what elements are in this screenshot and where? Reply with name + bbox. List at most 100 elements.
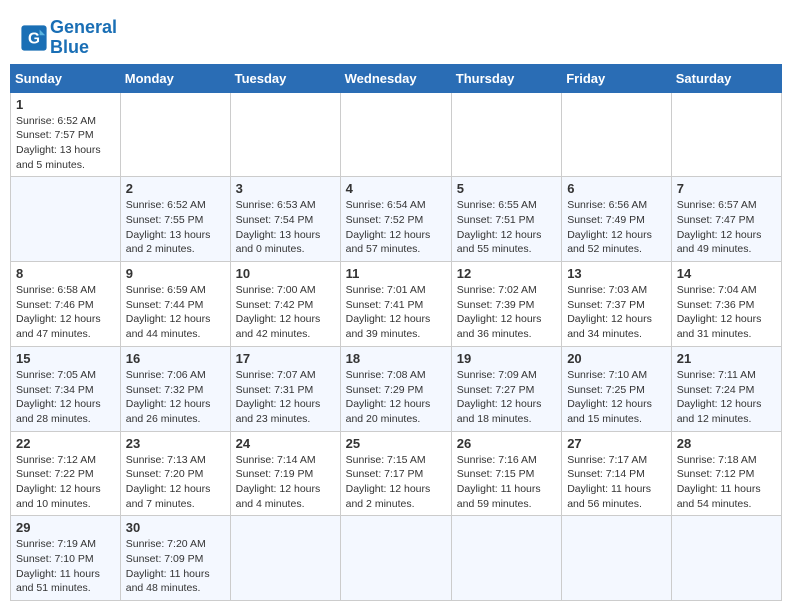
cell-info: Sunrise: 6:52 AMSunset: 7:57 PMDaylight:… (16, 115, 101, 171)
day-number: 17 (236, 351, 335, 366)
day-number: 16 (126, 351, 225, 366)
calendar-cell: 18 Sunrise: 7:08 AMSunset: 7:29 PMDaylig… (340, 346, 451, 431)
calendar-cell: 25 Sunrise: 7:15 AMSunset: 7:17 PMDaylig… (340, 431, 451, 516)
cell-info: Sunrise: 7:16 AMSunset: 7:15 PMDaylight:… (457, 454, 541, 510)
cell-info: Sunrise: 7:10 AMSunset: 7:25 PMDaylight:… (567, 369, 652, 425)
calendar-cell (11, 177, 121, 262)
col-friday: Friday (562, 64, 672, 92)
col-tuesday: Tuesday (230, 64, 340, 92)
cell-info: Sunrise: 7:11 AMSunset: 7:24 PMDaylight:… (677, 369, 762, 425)
cell-info: Sunrise: 7:18 AMSunset: 7:12 PMDaylight:… (677, 454, 761, 510)
cell-info: Sunrise: 6:59 AMSunset: 7:44 PMDaylight:… (126, 284, 211, 340)
day-number: 15 (16, 351, 115, 366)
day-number: 6 (567, 181, 666, 196)
day-number: 28 (677, 436, 776, 451)
calendar-cell: 7 Sunrise: 6:57 AMSunset: 7:47 PMDayligh… (671, 177, 781, 262)
calendar-cell: 28 Sunrise: 7:18 AMSunset: 7:12 PMDaylig… (671, 431, 781, 516)
cell-info: Sunrise: 7:17 AMSunset: 7:14 PMDaylight:… (567, 454, 651, 510)
calendar-cell (230, 516, 340, 601)
calendar-cell (451, 92, 561, 177)
calendar-row-0: 1 Sunrise: 6:52 AMSunset: 7:57 PMDayligh… (11, 92, 782, 177)
calendar-cell (120, 92, 230, 177)
calendar-row-5: 29 Sunrise: 7:19 AMSunset: 7:10 PMDaylig… (11, 516, 782, 601)
day-number: 18 (346, 351, 446, 366)
day-number: 3 (236, 181, 335, 196)
cell-info: Sunrise: 7:13 AMSunset: 7:20 PMDaylight:… (126, 454, 211, 510)
svg-text:G: G (28, 30, 40, 47)
col-sunday: Sunday (11, 64, 121, 92)
calendar-cell: 30 Sunrise: 7:20 AMSunset: 7:09 PMDaylig… (120, 516, 230, 601)
col-monday: Monday (120, 64, 230, 92)
calendar-cell (451, 516, 561, 601)
day-number: 5 (457, 181, 556, 196)
calendar-cell: 6 Sunrise: 6:56 AMSunset: 7:49 PMDayligh… (562, 177, 672, 262)
cell-info: Sunrise: 7:15 AMSunset: 7:17 PMDaylight:… (346, 454, 431, 510)
day-number: 13 (567, 266, 666, 281)
calendar-row-3: 15 Sunrise: 7:05 AMSunset: 7:34 PMDaylig… (11, 346, 782, 431)
day-number: 22 (16, 436, 115, 451)
calendar-cell: 15 Sunrise: 7:05 AMSunset: 7:34 PMDaylig… (11, 346, 121, 431)
day-number: 14 (677, 266, 776, 281)
calendar-cell: 14 Sunrise: 7:04 AMSunset: 7:36 PMDaylig… (671, 262, 781, 347)
cell-info: Sunrise: 7:20 AMSunset: 7:09 PMDaylight:… (126, 538, 210, 594)
cell-info: Sunrise: 6:52 AMSunset: 7:55 PMDaylight:… (126, 199, 211, 255)
day-number: 4 (346, 181, 446, 196)
calendar-cell: 12 Sunrise: 7:02 AMSunset: 7:39 PMDaylig… (451, 262, 561, 347)
cell-info: Sunrise: 6:57 AMSunset: 7:47 PMDaylight:… (677, 199, 762, 255)
calendar-cell: 27 Sunrise: 7:17 AMSunset: 7:14 PMDaylig… (562, 431, 672, 516)
calendar-cell: 1 Sunrise: 6:52 AMSunset: 7:57 PMDayligh… (11, 92, 121, 177)
day-number: 25 (346, 436, 446, 451)
calendar-cell: 21 Sunrise: 7:11 AMSunset: 7:24 PMDaylig… (671, 346, 781, 431)
day-number: 11 (346, 266, 446, 281)
day-number: 8 (16, 266, 115, 281)
calendar-cell (340, 516, 451, 601)
col-saturday: Saturday (671, 64, 781, 92)
day-number: 12 (457, 266, 556, 281)
day-number: 10 (236, 266, 335, 281)
day-number: 29 (16, 520, 115, 535)
cell-info: Sunrise: 6:54 AMSunset: 7:52 PMDaylight:… (346, 199, 431, 255)
calendar-cell: 26 Sunrise: 7:16 AMSunset: 7:15 PMDaylig… (451, 431, 561, 516)
cell-info: Sunrise: 7:12 AMSunset: 7:22 PMDaylight:… (16, 454, 101, 510)
cell-info: Sunrise: 7:14 AMSunset: 7:19 PMDaylight:… (236, 454, 321, 510)
day-number: 1 (16, 97, 115, 112)
calendar-cell (671, 516, 781, 601)
calendar-cell: 2 Sunrise: 6:52 AMSunset: 7:55 PMDayligh… (120, 177, 230, 262)
calendar-cell (340, 92, 451, 177)
day-number: 19 (457, 351, 556, 366)
logo-icon: G (20, 24, 48, 52)
calendar-cell: 10 Sunrise: 7:00 AMSunset: 7:42 PMDaylig… (230, 262, 340, 347)
calendar-cell: 5 Sunrise: 6:55 AMSunset: 7:51 PMDayligh… (451, 177, 561, 262)
cell-info: Sunrise: 7:03 AMSunset: 7:37 PMDaylight:… (567, 284, 652, 340)
day-number: 20 (567, 351, 666, 366)
day-number: 24 (236, 436, 335, 451)
cell-info: Sunrise: 7:05 AMSunset: 7:34 PMDaylight:… (16, 369, 101, 425)
calendar-cell: 22 Sunrise: 7:12 AMSunset: 7:22 PMDaylig… (11, 431, 121, 516)
cell-info: Sunrise: 7:02 AMSunset: 7:39 PMDaylight:… (457, 284, 542, 340)
cell-info: Sunrise: 7:07 AMSunset: 7:31 PMDaylight:… (236, 369, 321, 425)
day-number: 26 (457, 436, 556, 451)
calendar-cell: 16 Sunrise: 7:06 AMSunset: 7:32 PMDaylig… (120, 346, 230, 431)
calendar-cell (230, 92, 340, 177)
calendar-cell (562, 516, 672, 601)
cell-info: Sunrise: 7:01 AMSunset: 7:41 PMDaylight:… (346, 284, 431, 340)
calendar-cell: 20 Sunrise: 7:10 AMSunset: 7:25 PMDaylig… (562, 346, 672, 431)
calendar-cell: 23 Sunrise: 7:13 AMSunset: 7:20 PMDaylig… (120, 431, 230, 516)
calendar-row-2: 8 Sunrise: 6:58 AMSunset: 7:46 PMDayligh… (11, 262, 782, 347)
logo-text-general: General (50, 17, 117, 37)
day-number: 2 (126, 181, 225, 196)
cell-info: Sunrise: 7:08 AMSunset: 7:29 PMDaylight:… (346, 369, 431, 425)
calendar-cell: 19 Sunrise: 7:09 AMSunset: 7:27 PMDaylig… (451, 346, 561, 431)
cell-info: Sunrise: 6:55 AMSunset: 7:51 PMDaylight:… (457, 199, 542, 255)
cell-info: Sunrise: 6:53 AMSunset: 7:54 PMDaylight:… (236, 199, 321, 255)
calendar-cell (562, 92, 672, 177)
cell-info: Sunrise: 6:58 AMSunset: 7:46 PMDaylight:… (16, 284, 101, 340)
header: G General Blue (10, 10, 782, 64)
day-number: 7 (677, 181, 776, 196)
logo: G General Blue (20, 18, 117, 58)
day-number: 21 (677, 351, 776, 366)
calendar-cell (671, 92, 781, 177)
cell-info: Sunrise: 7:04 AMSunset: 7:36 PMDaylight:… (677, 284, 762, 340)
calendar-row-1: 2 Sunrise: 6:52 AMSunset: 7:55 PMDayligh… (11, 177, 782, 262)
header-row: Sunday Monday Tuesday Wednesday Thursday… (11, 64, 782, 92)
